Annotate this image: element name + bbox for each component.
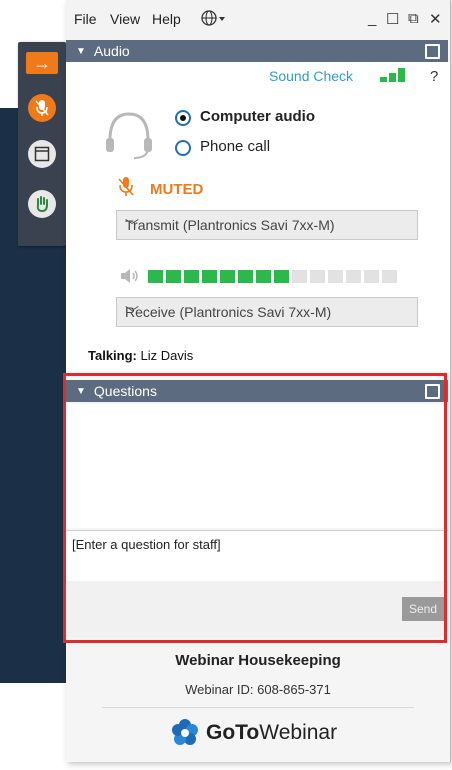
footer-divider <box>102 707 414 708</box>
collapse-triangle-icon: ▼ <box>76 45 86 57</box>
chevron-down-icon: ﹀ <box>125 218 139 234</box>
chevron-down-icon: ﹀ <box>125 305 139 321</box>
raise-hand-icon <box>28 190 56 218</box>
level-segment <box>202 270 217 283</box>
signal-bars-icon <box>380 68 410 82</box>
gotowebinar-logo: GoToWebinar <box>170 718 337 748</box>
level-segment <box>166 270 181 283</box>
computer-audio-radio[interactable] <box>175 110 191 126</box>
level-segment <box>148 270 163 283</box>
speaker-icon <box>120 268 140 289</box>
level-segment <box>256 270 271 283</box>
level-segment <box>310 270 325 283</box>
muted-status: MUTED <box>150 181 204 198</box>
logo-webinar: Webinar <box>259 721 338 744</box>
popout-icon[interactable] <box>425 44 440 59</box>
level-segment <box>274 270 289 283</box>
questions-log <box>66 404 448 528</box>
gotowebinar-control-panel: File View Help _ ☐ ⧉ ✕ ▼ Audio Sound Che… <box>66 0 451 762</box>
questions-panel-header[interactable]: ▼ Questions <box>66 380 448 402</box>
level-segment <box>292 270 307 283</box>
muted-microphone-icon[interactable] <box>118 176 134 203</box>
audio-help-button[interactable]: ? <box>430 68 438 85</box>
microphone-icon <box>28 94 56 122</box>
language-globe-icon[interactable] <box>200 9 226 30</box>
audio-panel: Sound Check ? Computer audio Phone call … <box>66 62 450 372</box>
level-segment <box>364 270 379 283</box>
collapse-triangle-icon: ▼ <box>76 385 86 397</box>
question-input-placeholder: [Enter a question for staff] <box>72 537 221 552</box>
menu-help[interactable]: Help <box>152 11 181 27</box>
computer-audio-label: Computer audio <box>200 108 315 125</box>
maximize-button[interactable]: ☐ <box>386 10 399 28</box>
level-segment <box>382 270 397 283</box>
sound-check-link[interactable]: Sound Check <box>269 68 353 84</box>
speaker-level-meter <box>148 270 397 283</box>
level-segment <box>238 270 253 283</box>
questions-footer: Send <box>66 581 448 637</box>
level-segment <box>328 270 343 283</box>
level-segment <box>220 270 235 283</box>
level-segment <box>346 270 361 283</box>
restore-button[interactable]: ⧉ <box>408 10 419 27</box>
side-toolbar: → <box>18 42 66 246</box>
audio-header-title: Audio <box>93 43 130 59</box>
transmit-device-select[interactable]: Transmit (Plantronics Savi 7xx-M) ﹀ <box>116 210 418 240</box>
talking-indicator: Talking: Liz Davis <box>88 348 193 363</box>
menu-bar: File View Help _ ☐ ⧉ ✕ <box>66 0 450 40</box>
minimize-button[interactable]: _ <box>368 10 376 27</box>
level-segment <box>184 270 199 283</box>
phone-call-radio[interactable] <box>175 140 191 156</box>
talking-name: Liz Davis <box>140 348 194 363</box>
headset-icon <box>102 108 156 167</box>
mute-toggle-button[interactable] <box>26 92 58 124</box>
menu-view[interactable]: View <box>110 11 140 27</box>
talking-label: Talking: <box>88 348 137 363</box>
collapse-arrow-button[interactable]: → <box>26 52 58 74</box>
raise-hand-button[interactable] <box>26 188 58 220</box>
question-input[interactable]: [Enter a question for staff] <box>66 530 448 582</box>
close-button[interactable]: ✕ <box>429 10 442 28</box>
popout-icon[interactable] <box>425 384 440 399</box>
arrow-right-icon: → <box>33 52 51 73</box>
webinar-title: Webinar Housekeeping <box>175 652 341 669</box>
webinar-id: Webinar ID: 608-865-371 <box>185 682 331 697</box>
gotowebinar-flower-icon <box>172 719 198 745</box>
logo-goto: GoTo <box>206 721 260 744</box>
menu-file[interactable]: File <box>74 11 97 27</box>
receive-device-select[interactable]: Receive (Plantronics Savi 7xx-M) ﹀ <box>116 297 418 327</box>
window-icon <box>28 140 56 168</box>
send-button[interactable]: Send <box>402 597 444 621</box>
phone-call-label: Phone call <box>200 138 271 155</box>
questions-header-title: Questions <box>93 383 157 399</box>
screen-viewer-button[interactable] <box>26 138 58 170</box>
audio-panel-header[interactable]: ▼ Audio <box>66 40 448 62</box>
